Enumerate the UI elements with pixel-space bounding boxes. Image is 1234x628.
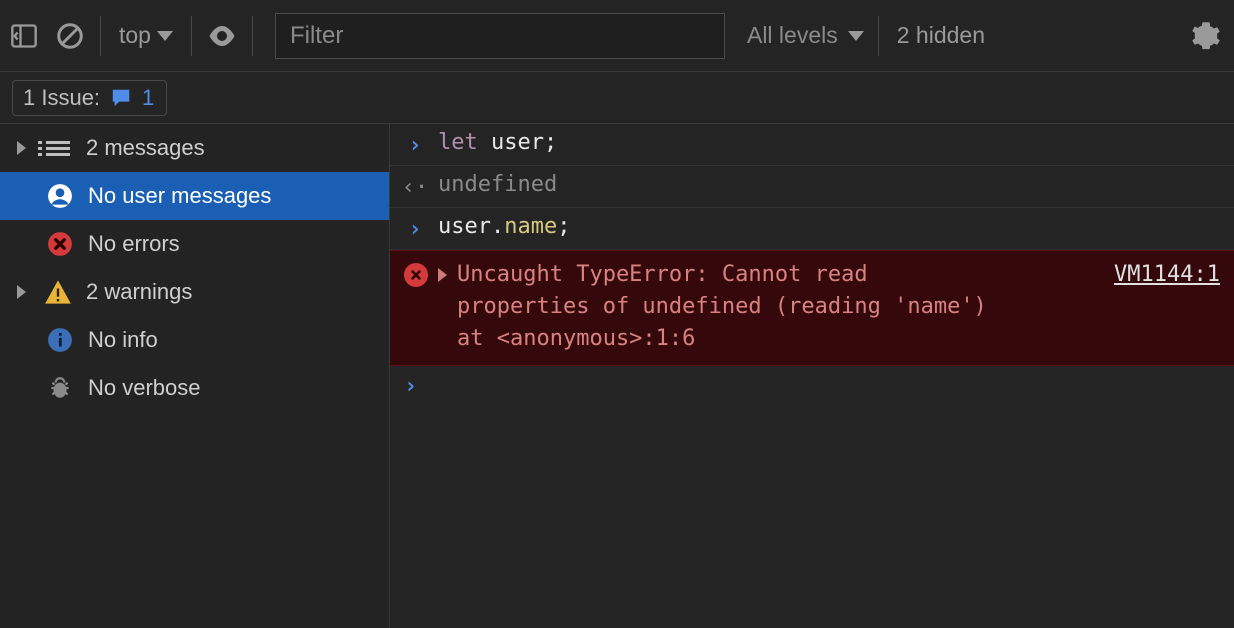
sidebar-item-warnings[interactable]: 2 warnings — [0, 268, 389, 316]
issues-label: 1 Issue: — [23, 85, 100, 111]
user-icon — [46, 182, 74, 210]
issues-count: 1 — [142, 85, 154, 111]
input-chevron-icon: › — [408, 217, 421, 242]
console-output: › let user; ‹· undefined › user.name; Un… — [390, 124, 1234, 628]
code-text: let user; — [438, 130, 557, 155]
console-input-line: › user.name; — [390, 208, 1234, 250]
console-error-block[interactable]: Uncaught TypeError: Cannot read VM1144:1… — [390, 250, 1234, 366]
sidebar-item-label: No verbose — [88, 375, 201, 401]
separator — [100, 16, 101, 56]
issues-pill[interactable]: 1 Issue: 1 — [12, 80, 167, 116]
sidebar-item-label: 2 messages — [86, 135, 205, 161]
issues-bar: 1 Issue: 1 — [0, 72, 1234, 124]
issue-bubble-icon — [110, 87, 132, 109]
hidden-messages-count[interactable]: 2 hidden — [897, 22, 985, 49]
code-text: user.name; — [438, 214, 570, 239]
settings-icon[interactable] — [1190, 20, 1222, 52]
context-selector[interactable]: top — [115, 22, 177, 49]
sidebar-item-user-messages[interactable]: No user messages — [0, 172, 389, 220]
sidebar-item-errors[interactable]: No errors — [0, 220, 389, 268]
clear-console-icon[interactable] — [54, 20, 86, 52]
chevron-down-icon — [848, 31, 864, 41]
warning-icon — [44, 278, 72, 306]
sidebar-item-label: No info — [88, 327, 158, 353]
log-levels-selector[interactable]: All levels — [747, 22, 864, 49]
output-chevron-icon: ‹· — [402, 175, 429, 200]
error-source-link[interactable]: VM1144:1 — [1114, 259, 1220, 291]
caret-right-icon — [17, 285, 26, 299]
error-message: Uncaught TypeError: Cannot read VM1144:1… — [457, 259, 1220, 355]
sidebar-item-label: No errors — [88, 231, 180, 257]
result-text: undefined — [438, 172, 557, 197]
toggle-sidebar-icon[interactable] — [8, 20, 40, 52]
console-input-line: › let user; — [390, 124, 1234, 166]
error-icon — [404, 263, 428, 287]
context-label: top — [119, 22, 151, 49]
console-result-line: ‹· undefined — [390, 166, 1234, 208]
list-icon — [44, 134, 72, 162]
console-prompt[interactable]: › — [390, 366, 1234, 407]
caret-right-icon — [438, 268, 447, 282]
live-expression-icon[interactable] — [206, 20, 238, 52]
message-filter-sidebar: 2 messages No user messages No errors 2 … — [0, 124, 390, 628]
sidebar-item-messages[interactable]: 2 messages — [0, 124, 389, 172]
filter-placeholder: Filter — [290, 22, 343, 50]
info-icon — [46, 326, 74, 354]
separator — [191, 16, 192, 56]
chevron-down-icon — [157, 31, 173, 41]
sidebar-item-label: No user messages — [88, 183, 271, 209]
input-chevron-icon: › — [404, 374, 417, 399]
filter-input[interactable]: Filter — [275, 13, 725, 59]
console-toolbar: top Filter All levels 2 hidden — [0, 0, 1234, 72]
sidebar-item-label: 2 warnings — [86, 279, 192, 305]
sidebar-item-info[interactable]: No info — [0, 316, 389, 364]
separator — [878, 16, 879, 56]
error-icon — [46, 230, 74, 258]
sidebar-item-verbose[interactable]: No verbose — [0, 364, 389, 412]
input-chevron-icon: › — [408, 133, 421, 158]
levels-label: All levels — [747, 22, 838, 49]
separator — [252, 16, 253, 56]
bug-icon — [46, 374, 74, 402]
caret-right-icon — [17, 141, 26, 155]
